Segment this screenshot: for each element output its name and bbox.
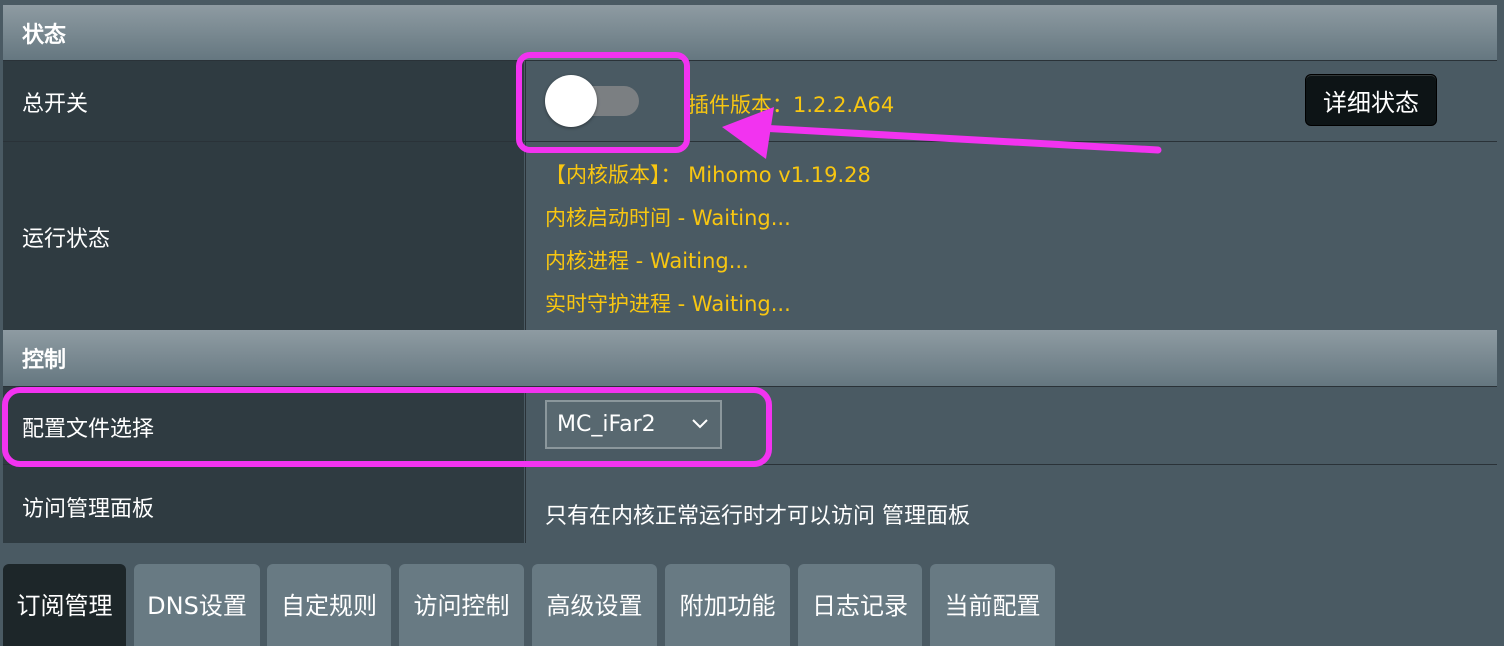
master-switch-label: 总开关 <box>3 61 524 142</box>
config-file-select-value: MC_iFar2 <box>557 412 656 437</box>
config-select-label: 配置文件选择 <box>3 387 524 465</box>
tab-advanced[interactable]: 高级设置 <box>532 564 657 646</box>
tab-access-control[interactable]: 访问控制 <box>399 564 524 646</box>
panel-access-info: 只有在内核正常运行时才可以访问 管理面板 <box>545 504 970 529</box>
control-section-header: 控制 <box>3 330 1497 386</box>
kernel-start-time: 内核启动时间 - Waiting... <box>545 206 791 230</box>
tab-custom-rules[interactable]: 自定规则 <box>267 564 391 646</box>
control-section-title: 控制 <box>22 348 67 373</box>
status-section-header: 状态 <box>3 5 1497 60</box>
chevron-down-icon <box>692 419 708 429</box>
guardian-process: 实时守护进程 - Waiting... <box>545 292 791 316</box>
tab-current-config[interactable]: 当前配置 <box>930 564 1055 646</box>
tab-logs[interactable]: 日志记录 <box>798 564 922 646</box>
run-status-label: 运行状态 <box>3 142 524 331</box>
tab-addons[interactable]: 附加功能 <box>665 564 790 646</box>
config-file-select[interactable]: MC_iFar2 <box>545 400 722 449</box>
tab-subscription[interactable]: 订阅管理 <box>3 564 126 646</box>
master-switch-toggle[interactable] <box>545 75 641 127</box>
tab-dns[interactable]: DNS设置 <box>134 564 260 646</box>
config-select-row: 配置文件选择 <box>3 386 1497 465</box>
kernel-version: 【内核版本】： Mihomo v1.19.28 <box>545 163 871 187</box>
panel-access-label: 访问管理面板 <box>3 465 524 543</box>
plugin-version: 插件版本：1.2.2.A64 <box>688 93 895 117</box>
kernel-process: 内核进程 - Waiting... <box>545 249 749 273</box>
switch-knob <box>545 75 597 127</box>
detail-status-button[interactable]: 详细状态 <box>1305 74 1437 126</box>
status-section-title: 状态 <box>22 22 67 48</box>
